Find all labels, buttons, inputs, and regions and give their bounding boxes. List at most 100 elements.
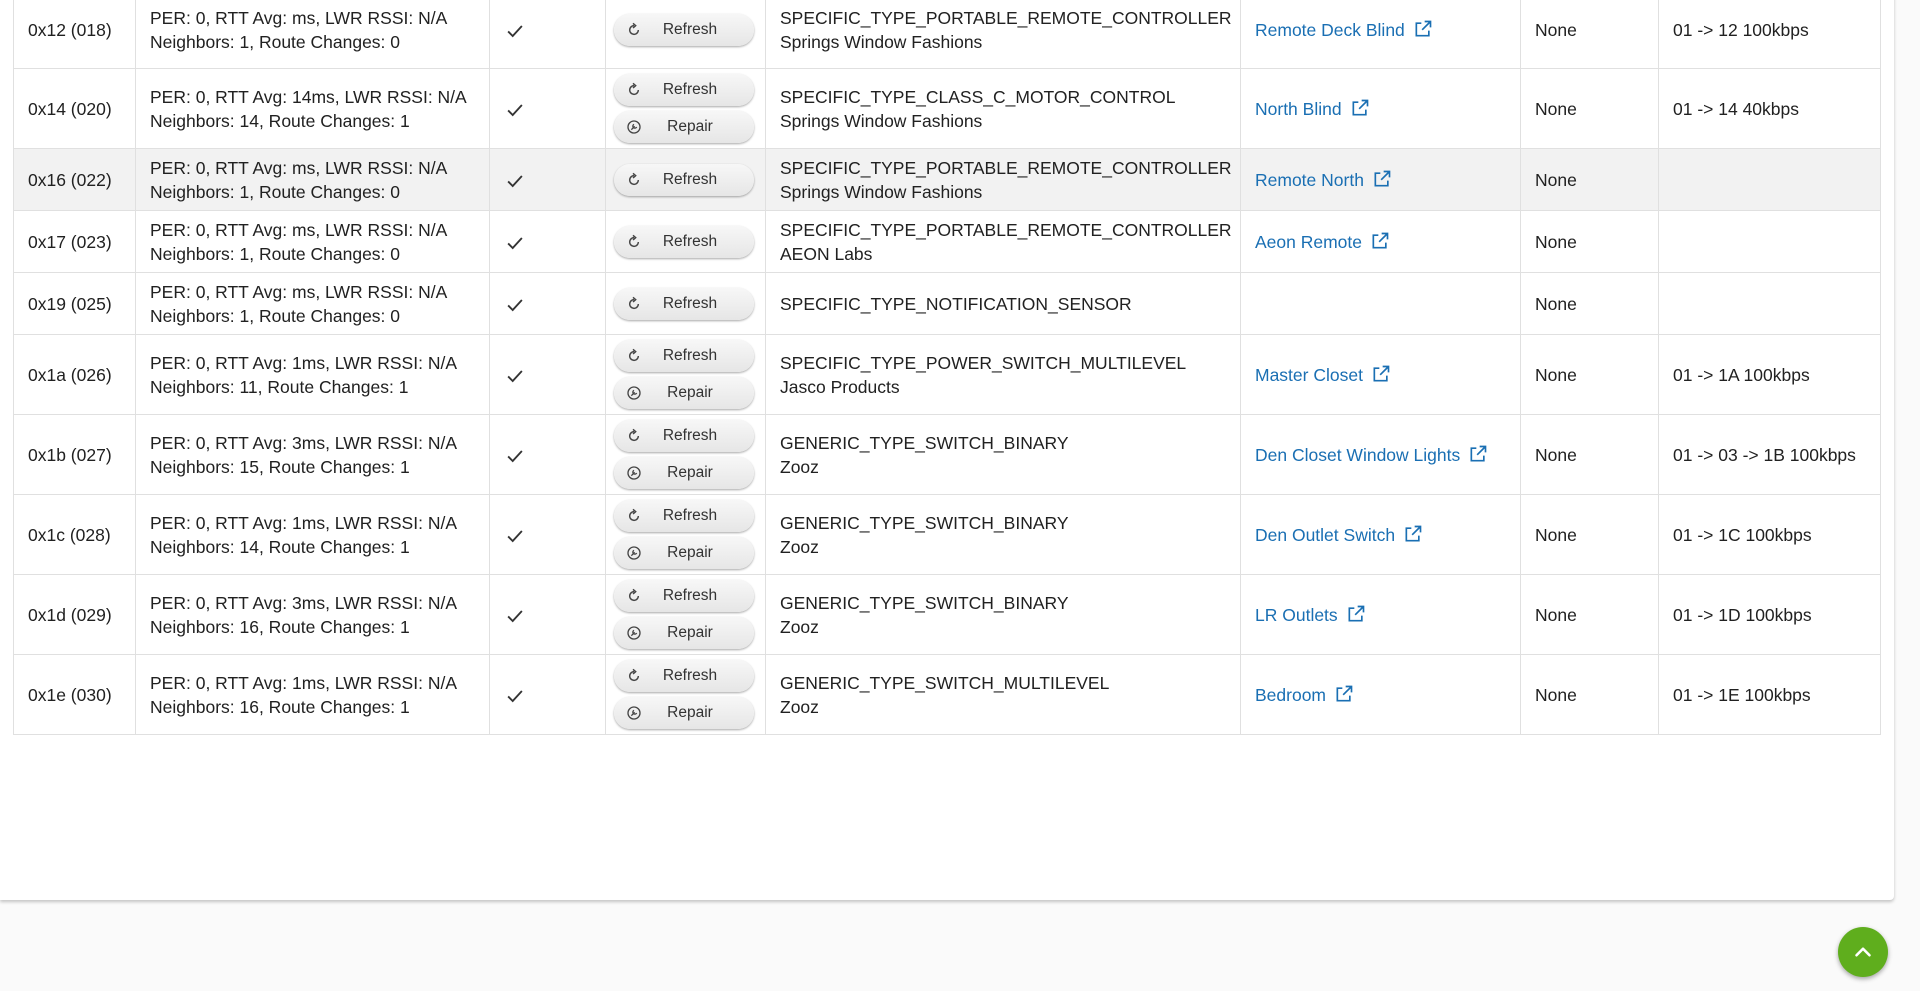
device-link[interactable]: Master Closet — [1255, 365, 1391, 385]
repair-button-label: Repair — [667, 544, 713, 561]
device-name: Remote Deck Blind — [1255, 19, 1405, 40]
security-value: None — [1535, 604, 1577, 625]
repair-button[interactable]: Repair — [614, 697, 754, 729]
node-id-cell: 0x16 (022) — [13, 148, 136, 211]
repair-button[interactable]: Repair — [614, 617, 754, 649]
device-link[interactable]: Bedroom — [1255, 685, 1354, 705]
device-type: GENERIC_TYPE_SWITCH_BINARY — [780, 512, 1069, 533]
route-value: 01 -> 1E 100kbps — [1673, 684, 1811, 705]
check-icon — [504, 364, 526, 384]
device-link[interactable]: Den Closet Window Lights — [1255, 445, 1488, 465]
refresh-button[interactable]: Refresh — [614, 340, 754, 372]
route-cell — [1658, 210, 1881, 273]
route-value: 01 -> 03 -> 1B 100kbps — [1673, 444, 1856, 465]
refresh-button[interactable]: Refresh — [614, 225, 754, 258]
repair-button[interactable]: Repair — [614, 537, 754, 569]
ready-cell — [489, 210, 606, 273]
manufacturer: AEON Labs — [780, 243, 873, 264]
device-type: SPECIFIC_TYPE_POWER_SWITCH_MULTILEVEL — [780, 352, 1187, 373]
open-in-new-icon — [1460, 445, 1488, 465]
security-value: None — [1535, 364, 1577, 385]
table-row: 0x16 (022) PER: 0, RTT Avg: ms, LWR RSSI:… — [13, 148, 1881, 211]
refresh-button[interactable]: Refresh — [614, 163, 754, 196]
route-value: 01 -> 12 100kbps — [1673, 19, 1809, 40]
device-link[interactable]: LR Outlets — [1255, 605, 1366, 625]
ready-cell — [489, 334, 606, 415]
repair-button[interactable]: Repair — [614, 111, 754, 143]
manufacturer: Zooz — [780, 456, 819, 477]
device-link[interactable]: Remote Deck Blind — [1255, 20, 1433, 40]
ready-cell — [489, 272, 606, 335]
refresh-button[interactable]: Refresh — [614, 13, 754, 46]
scroll-to-top-button[interactable] — [1838, 927, 1888, 977]
chevron-up-icon — [1855, 947, 1871, 957]
refresh-button[interactable]: Refresh — [614, 420, 754, 452]
refresh-button-label: Refresh — [662, 587, 718, 604]
device-name: Aeon Remote — [1255, 231, 1363, 252]
node-id: 0x17 (023) — [28, 231, 112, 252]
refresh-button[interactable]: Refresh — [614, 580, 754, 612]
refresh-button-label: Refresh — [662, 507, 718, 524]
node-id: 0x1a (026) — [28, 364, 112, 385]
node-id: 0x1d (029) — [28, 604, 112, 625]
refresh-icon — [626, 668, 642, 684]
refresh-button-label: Refresh — [662, 170, 718, 188]
repair-button[interactable]: Repair — [614, 457, 754, 489]
device-type: SPECIFIC_TYPE_NOTIFICATION_SENSOR — [780, 293, 1132, 314]
node-id: 0x1e (030) — [28, 684, 112, 705]
route-cell — [1658, 272, 1881, 335]
device-type: GENERIC_TYPE_SWITCH_BINARY — [780, 592, 1069, 613]
statistics-line: PER: 0, RTT Avg: ms, LWR RSSI: N/A — [150, 281, 448, 302]
refresh-icon — [626, 82, 642, 98]
statistics-line: PER: 0, RTT Avg: 1ms, LWR RSSI: N/A — [150, 352, 457, 373]
device-type: SPECIFIC_TYPE_PORTABLE_REMOTE_CONTROLLER — [780, 157, 1232, 178]
device-link[interactable]: Remote North — [1255, 170, 1392, 190]
device-cell: Remote Deck Blind — [1240, 0, 1521, 69]
refresh-button[interactable]: Refresh — [614, 74, 754, 106]
repair-icon — [626, 625, 642, 641]
device-name: LR Outlets — [1255, 604, 1338, 625]
repair-button-label: Repair — [667, 704, 713, 721]
node-id-cell: 0x1a (026) — [13, 334, 136, 415]
device-link[interactable]: North Blind — [1255, 99, 1370, 119]
device-cell: Bedroom — [1240, 654, 1521, 735]
refresh-button[interactable]: Refresh — [614, 287, 754, 320]
refresh-button[interactable]: Refresh — [614, 500, 754, 532]
actions-cell: Refresh — [605, 148, 766, 211]
statistics-cell: PER: 0, RTT Avg: 1ms, LWR RSSI: N/A Neigh… — [135, 334, 490, 415]
check-icon — [504, 524, 526, 544]
device-link[interactable]: Den Outlet Switch — [1255, 525, 1423, 545]
node-id: 0x12 (018) — [28, 19, 112, 40]
refresh-button[interactable]: Refresh — [614, 660, 754, 692]
repair-button[interactable]: Repair — [614, 377, 754, 409]
open-in-new-icon — [1363, 365, 1391, 385]
statistics-cell: PER: 0, RTT Avg: ms, LWR RSSI: N/A Neighb… — [135, 272, 490, 335]
route-cell: 01 -> 12 100kbps — [1658, 0, 1881, 69]
statistics-cell: PER: 0, RTT Avg: ms, LWR RSSI: N/A Neighb… — [135, 210, 490, 273]
statistics-line: PER: 0, RTT Avg: 1ms, LWR RSSI: N/A — [150, 512, 457, 533]
manufacturer: Springs Window Fashions — [780, 181, 983, 202]
open-in-new-icon — [1338, 605, 1366, 625]
neighbors-line: Neighbors: 16, Route Changes: 1 — [150, 616, 410, 637]
device-link[interactable]: Aeon Remote — [1255, 232, 1390, 252]
security-cell: None — [1520, 654, 1659, 735]
neighbors-line: Neighbors: 15, Route Changes: 1 — [150, 456, 410, 477]
security-cell: None — [1520, 414, 1659, 495]
security-cell: None — [1520, 210, 1659, 273]
zwave-node-table: 0x12 (018) PER: 0, RTT Avg: ms, LWR RSSI:… — [13, 0, 1881, 735]
actions-cell: Refresh Repair — [605, 334, 766, 415]
neighbors-line: Neighbors: 1, Route Changes: 0 — [150, 305, 401, 326]
ready-cell — [489, 414, 606, 495]
manufacturer: Springs Window Fashions — [780, 110, 983, 131]
device-cell: North Blind — [1240, 68, 1521, 149]
ready-cell — [489, 654, 606, 735]
node-id: 0x1c (028) — [28, 524, 111, 545]
open-in-new-icon — [1362, 232, 1390, 252]
manufacturer: Zooz — [780, 696, 819, 717]
node-id: 0x1b (027) — [28, 444, 112, 465]
neighbors-line: Neighbors: 1, Route Changes: 0 — [150, 243, 401, 264]
device-type-cell: SPECIFIC_TYPE_PORTABLE_REMOTE_CONTROLLER… — [765, 210, 1241, 273]
device-type-cell: SPECIFIC_TYPE_PORTABLE_REMOTE_CONTROLLER… — [765, 148, 1241, 211]
repair-icon — [626, 385, 642, 401]
neighbors-line: Neighbors: 1, Route Changes: 0 — [150, 31, 401, 52]
